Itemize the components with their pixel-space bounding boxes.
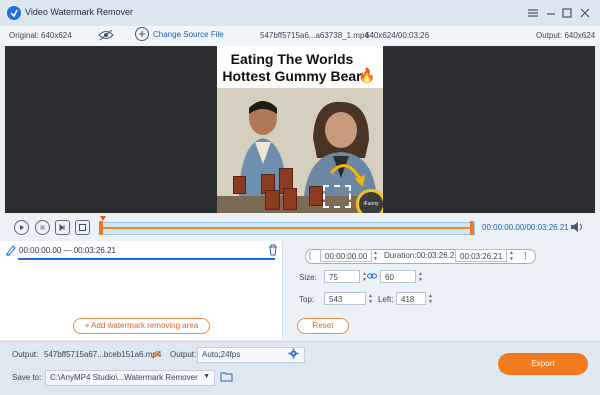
end-time-field[interactable]: 00:03:26.21 [455, 249, 507, 262]
bracket-end-icon[interactable]: ] [524, 251, 526, 260]
edit-icon[interactable] [150, 349, 160, 359]
next-frame-button[interactable] [55, 220, 70, 235]
format-label: Output: [170, 350, 197, 359]
trash-icon[interactable] [268, 244, 278, 256]
pen-icon [5, 244, 16, 256]
window-title: Video Watermark Remover [25, 7, 134, 17]
gummy-box [283, 188, 297, 210]
app-logo-icon [7, 6, 21, 20]
start-time-field[interactable]: 00:00:00.00 [320, 249, 372, 262]
left-field[interactable]: 418 [396, 292, 426, 305]
minimize-button[interactable] [543, 5, 559, 21]
video-frame[interactable]: Eating The Worlds Hottest Gummy Bear 🔥 i… [217, 46, 383, 214]
play-button[interactable] [14, 220, 29, 235]
segment-underline [18, 258, 275, 260]
stop-button[interactable] [35, 220, 50, 235]
save-to-label: Save to: [12, 373, 42, 382]
loop-button[interactable] [75, 220, 90, 235]
end-time-stepper[interactable]: ▲ ▼ [509, 250, 515, 262]
menu-icon[interactable] [525, 5, 541, 21]
eye-icon[interactable] [98, 29, 114, 41]
watermark-logo: iFunny [356, 189, 383, 214]
reset-button[interactable]: Reset [297, 318, 349, 334]
bracket-start-icon[interactable]: [ [309, 251, 311, 260]
size-label: Size: [299, 273, 317, 282]
height-field[interactable]: 60 [380, 270, 416, 283]
gummy-box [309, 186, 323, 206]
fire-icon: 🔥 [358, 67, 376, 83]
output-size-label: Output: 640x624 [536, 31, 596, 40]
top-label: Top: [299, 295, 315, 304]
duration-display: Duration:00:03:26.21 [384, 251, 459, 260]
height-stepper[interactable]: ▲ ▼ [418, 271, 424, 283]
output-filename: 547bff5715a67...bceb151a6.mp4 [44, 350, 162, 359]
add-area-label: Add watermark removing area [91, 321, 199, 330]
playhead-marker[interactable] [100, 216, 106, 221]
top-field[interactable]: 543 [324, 292, 366, 305]
add-source-icon[interactable] [135, 27, 149, 41]
output-format-value: Auto;24fps [202, 350, 241, 359]
caption-line-2: Hottest Gummy Bear [222, 68, 362, 84]
timeline-selection [102, 227, 472, 229]
trim-handle-start[interactable] [99, 221, 103, 235]
add-watermark-area-button[interactable]: + Add watermark removing area [73, 318, 210, 334]
gummy-box [265, 190, 280, 210]
start-time-stepper[interactable]: ▲ ▼ [373, 250, 379, 262]
source-filename: 547bff5715a6...a63738_1.mp4 [260, 31, 369, 40]
original-size-label: Original: 640x624 [9, 31, 72, 40]
caption-line-1: Eating The Worlds [230, 51, 354, 67]
trim-handle-end[interactable] [470, 221, 474, 235]
maximize-button[interactable] [559, 5, 575, 21]
save-path-value: C:\AnyMP4 Studio\...Watermark Remover [50, 373, 198, 382]
output-label: Output: [12, 350, 39, 359]
volume-icon[interactable] [570, 221, 584, 233]
segment-time-range[interactable]: 00:00:00.00 — 00:03:26.21 [19, 246, 116, 255]
gear-icon[interactable] [288, 348, 299, 359]
time-readout: 00:00:00.00/00:03:26.21 [482, 223, 569, 232]
top-stepper[interactable]: ▲ ▼ [368, 293, 374, 305]
link-icon[interactable] [367, 271, 377, 281]
left-stepper[interactable]: ▲ ▼ [428, 293, 434, 305]
width-field[interactable]: 75 [324, 270, 360, 283]
close-button[interactable] [577, 5, 593, 21]
chevron-down-icon: ▼ [203, 373, 210, 380]
change-source-link[interactable]: Change Source File [153, 30, 224, 39]
left-label: Left: [378, 295, 394, 304]
export-button[interactable]: Export [498, 353, 588, 375]
gummy-box [233, 176, 246, 194]
watermark-selection-box[interactable] [323, 185, 351, 208]
folder-icon[interactable] [220, 371, 233, 382]
source-dims-time: 640x624/00:03:26 [365, 31, 430, 40]
save-path-dropdown[interactable]: C:\AnyMP4 Studio\...Watermark Remover ▼ [45, 370, 215, 386]
